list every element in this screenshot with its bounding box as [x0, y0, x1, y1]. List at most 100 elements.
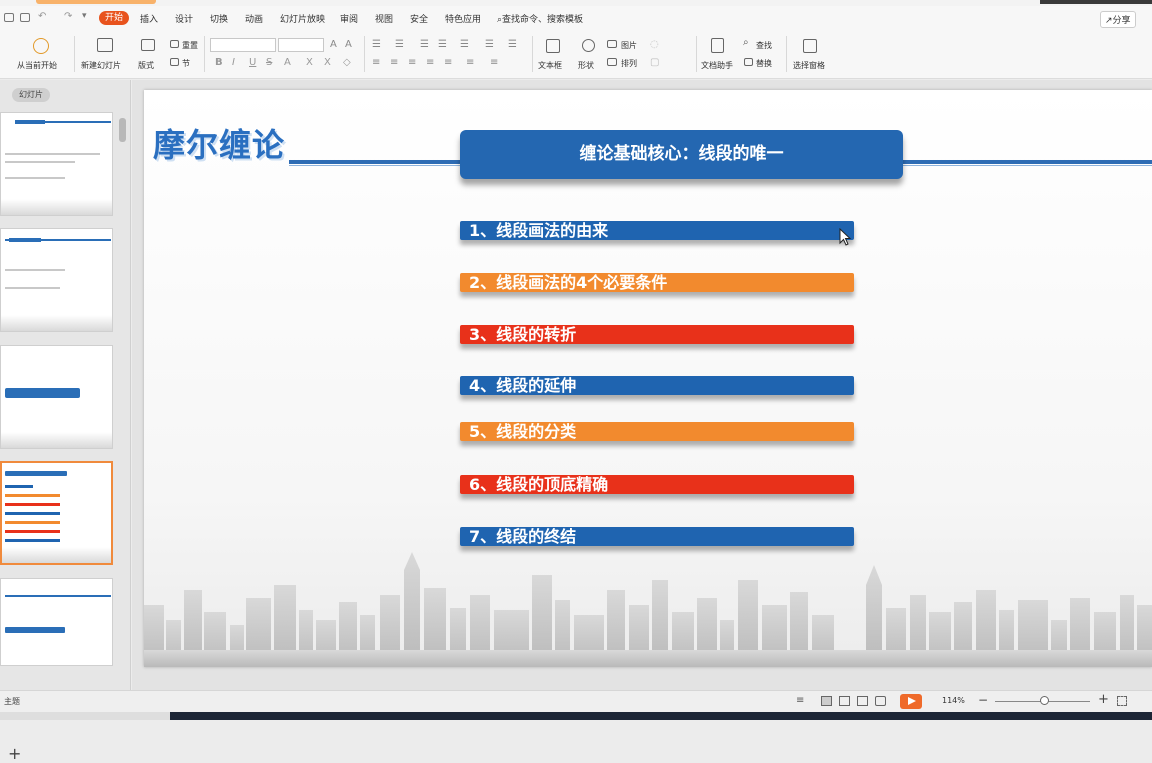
presenter-icon[interactable]	[875, 696, 886, 706]
tab-features[interactable]: 特色应用	[445, 12, 481, 25]
replace-button[interactable]: 替换	[756, 58, 772, 69]
slide-thumbnail-1[interactable]	[0, 112, 113, 216]
text-direction-icon[interactable]: ☰	[460, 39, 469, 50]
font-name-field[interactable]	[210, 38, 276, 52]
paragraph-icon[interactable]: ≡	[490, 57, 498, 68]
shape-button[interactable]: 形状	[578, 60, 594, 71]
increase-indent-icon[interactable]: ☰	[438, 39, 447, 50]
numbered-list-icon[interactable]: ☰	[395, 39, 404, 50]
tab-slides[interactable]: 幻灯片	[12, 88, 50, 102]
slideshow-play-button[interactable]	[900, 694, 922, 709]
tab-animation[interactable]: 动画	[245, 12, 263, 25]
thumb-line	[5, 161, 75, 163]
outline-item-5[interactable]: 5、线段的分类	[460, 422, 854, 441]
find-button[interactable]: 查找	[756, 40, 772, 51]
fill-icon[interactable]: ◌	[650, 39, 659, 50]
distribute-icon[interactable]: ≡	[444, 57, 452, 68]
tab-transition[interactable]: 切换	[210, 12, 228, 25]
superscript-icon[interactable]: X	[306, 57, 313, 68]
os-taskbar	[0, 712, 1152, 720]
from-current-button[interactable]: 从当前开始	[17, 60, 57, 71]
columns-icon[interactable]: ☰	[508, 39, 517, 50]
slide-sorter-icon[interactable]	[839, 696, 850, 706]
tab-review[interactable]: 审阅	[340, 12, 358, 25]
new-slide-button[interactable]: 新建幻灯片	[81, 60, 121, 71]
taskbar-search[interactable]	[0, 712, 170, 720]
normal-view-icon[interactable]	[821, 696, 832, 706]
arrange-button[interactable]: 排列	[621, 58, 637, 69]
strikethrough-icon[interactable]: S	[266, 57, 272, 68]
decrease-indent-icon[interactable]: ☰	[420, 39, 429, 50]
window-controls[interactable]	[1040, 0, 1152, 4]
outline-item-6[interactable]: 6、线段的顶底精确	[460, 475, 854, 494]
zoom-out-icon[interactable]: −	[978, 693, 988, 707]
bold-icon[interactable]: B	[215, 57, 223, 68]
thumb-title-box	[5, 627, 65, 633]
outline-item-7[interactable]: 7、线段的终结	[460, 527, 854, 546]
tab-insert[interactable]: 插入	[140, 12, 158, 25]
notes-icon[interactable]: ≡	[796, 695, 804, 706]
select-pane-button[interactable]: 选择窗格	[793, 60, 825, 71]
tab-start[interactable]: 开始	[99, 11, 129, 25]
align-left-icon[interactable]: ≡	[372, 57, 380, 68]
theme-label[interactable]: 主题	[4, 696, 20, 707]
outline-item-3[interactable]: 3、线段的转折	[460, 325, 854, 344]
italic-icon[interactable]: I	[232, 57, 235, 68]
doc-helper-button[interactable]: 文档助手	[701, 60, 733, 71]
menu-bar: ↶ ↷ ▾ 开始 插入 设计 切换 动画 幻灯片放映 审阅 视图 安全 特色应用…	[0, 6, 1152, 30]
tab-design[interactable]: 设计	[175, 12, 193, 25]
layout-button[interactable]: 版式	[138, 60, 154, 71]
slide-thumbnail-5[interactable]	[0, 578, 113, 666]
tab-view[interactable]: 视图	[375, 12, 393, 25]
fit-window-icon[interactable]	[1117, 696, 1127, 706]
move-cursor-icon	[839, 228, 852, 246]
customize-icon[interactable]: ▾	[82, 11, 87, 21]
share-button[interactable]: ↗分享	[1100, 11, 1136, 28]
font-color-icon[interactable]: A	[284, 57, 291, 68]
slide-title[interactable]: 缠论基础核心：线段的唯一	[460, 130, 903, 179]
outline-item-4[interactable]: 4、线段的延伸	[460, 376, 854, 395]
clear-format-icon[interactable]: ◇	[343, 57, 351, 68]
align-center-icon[interactable]: ≡	[390, 57, 398, 68]
align-right-icon[interactable]: ≡	[408, 57, 416, 68]
outline-item-1[interactable]: 1、线段画法的由来	[460, 221, 854, 240]
underline-icon[interactable]: U	[249, 57, 256, 68]
document-tab[interactable]	[36, 0, 156, 4]
font-size-field[interactable]	[278, 38, 324, 52]
command-search[interactable]: ⌕查找命令、搜索模板	[497, 12, 583, 25]
thumb-title-box	[5, 388, 80, 398]
thumb-item-bar	[5, 503, 60, 506]
picture-button[interactable]: 图片	[621, 40, 637, 51]
preview-icon[interactable]	[20, 13, 30, 22]
bullet-list-icon[interactable]: ☰	[372, 39, 381, 50]
zoom-slider-thumb[interactable]	[1040, 696, 1049, 705]
justify-icon[interactable]: ≡	[426, 57, 434, 68]
undo-icon[interactable]: ↶	[38, 11, 46, 22]
subscript-icon[interactable]: X	[324, 57, 331, 68]
panel-scrollbar[interactable]	[119, 118, 126, 142]
select-pane-icon	[803, 39, 817, 53]
slide-thumbnail-3[interactable]	[0, 345, 113, 449]
grow-font-icon[interactable]: A	[330, 39, 337, 50]
zoom-in-icon[interactable]: +	[1098, 692, 1109, 707]
slide-thumbnail-2[interactable]	[0, 228, 113, 332]
slide-thumbnail-4-current[interactable]	[0, 461, 113, 565]
section-button[interactable]: 节	[182, 58, 190, 69]
reset-button[interactable]: 重置	[182, 40, 198, 51]
print-icon[interactable]	[4, 13, 14, 22]
line-spacing-icon[interactable]: ☰	[485, 39, 494, 50]
thumb-item-bar	[5, 512, 60, 515]
arrange-icon	[607, 58, 617, 66]
reading-view-icon[interactable]	[857, 696, 868, 706]
textbox-button[interactable]: 文本框	[538, 60, 562, 71]
shrink-font-icon[interactable]: A	[345, 39, 352, 50]
zoom-level[interactable]: 114%	[942, 696, 965, 705]
tab-slideshow[interactable]: 幻灯片放映	[280, 12, 325, 25]
outline-item-2[interactable]: 2、线段画法的4个必要条件	[460, 273, 854, 292]
vertical-align-icon[interactable]: ≡	[466, 57, 474, 68]
tab-security[interactable]: 安全	[410, 12, 428, 25]
add-slide-icon[interactable]: +	[8, 744, 21, 763]
redo-icon[interactable]: ↷	[64, 11, 72, 22]
slide-canvas[interactable]: 摩尔缠论 缠论基础核心：线段的唯一 1、线段画法的由来 2、线段画法的4个必要条…	[144, 90, 1152, 667]
outline-icon[interactable]: ▢	[650, 57, 659, 68]
